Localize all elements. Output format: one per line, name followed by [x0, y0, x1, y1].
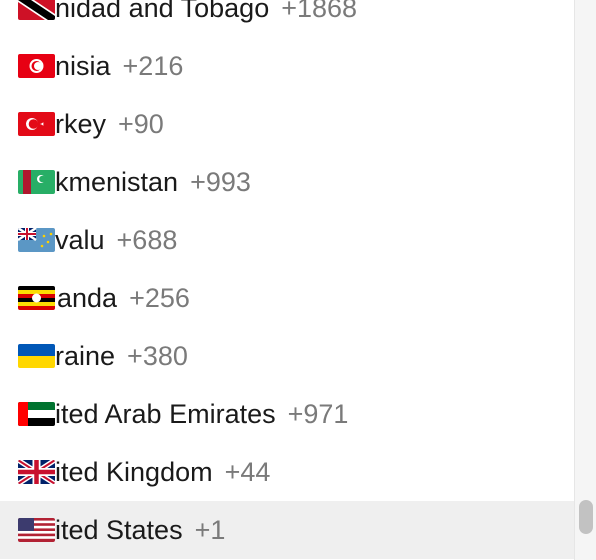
dial-code: +688: [116, 225, 178, 255]
country-row-ukraine[interactable]: raine +380: [0, 327, 574, 385]
country-name: rkey: [55, 109, 107, 139]
country-row-trinidad-and-tobago[interactable]: nidad and Tobago +1868: [0, 0, 574, 37]
dial-code: +1: [194, 515, 226, 545]
dial-code: +256: [129, 283, 190, 313]
uganda-flag-icon: [18, 286, 55, 310]
country-row-united-kingdom[interactable]: ited Kingdom +44: [0, 443, 574, 501]
dial-code: +90: [118, 109, 164, 139]
country-name: valu: [55, 225, 105, 255]
dial-code: +971: [287, 399, 349, 429]
tunisia-flag-icon: [18, 54, 55, 78]
trinidad-flag-icon: [18, 0, 55, 20]
ukraine-flag-icon: [18, 344, 55, 368]
dial-code: +44: [224, 457, 271, 487]
country-label: kmenistan +993: [55, 153, 251, 211]
country-row-tunisia[interactable]: nisia +216: [0, 37, 574, 95]
country-label: rkey +90: [55, 95, 164, 153]
turkey-flag-icon: [18, 112, 55, 136]
uk-flag-icon: [18, 460, 55, 484]
country-row-uganda[interactable]: anda +256: [0, 269, 574, 327]
us-flag-icon: [18, 518, 55, 542]
country-name: ited Kingdom: [55, 457, 213, 487]
country-label: ited Kingdom +44: [55, 443, 270, 501]
country-name: nisia: [55, 51, 111, 81]
country-code-list[interactable]: nidad and Tobago +1868 nisia +216 rkey +90: [0, 0, 574, 560]
tuvalu-flag-icon: [18, 228, 55, 252]
country-label: ited States +1: [55, 501, 225, 559]
country-row-turkey[interactable]: rkey +90: [0, 95, 574, 153]
vertical-scrollbar[interactable]: [574, 0, 596, 560]
country-name: ited States: [55, 515, 183, 545]
dial-code: +380: [127, 341, 188, 371]
country-name: nidad and Tobago: [55, 0, 270, 23]
country-label: nisia +216: [55, 37, 183, 95]
uae-flag-icon: [18, 402, 55, 426]
country-label: nidad and Tobago +1868: [55, 0, 357, 37]
country-label: ited Arab Emirates +971: [55, 385, 348, 443]
dial-code: +1868: [281, 0, 358, 23]
country-name: kmenistan: [55, 167, 179, 197]
dial-code: +993: [190, 167, 251, 197]
country-name: anda: [57, 283, 118, 313]
country-row-united-arab-emirates[interactable]: ited Arab Emirates +971: [0, 385, 574, 443]
country-label: raine +380: [55, 327, 188, 385]
dial-code: +216: [122, 51, 184, 81]
country-row-tuvalu[interactable]: valu +688: [0, 211, 574, 269]
country-label: anda +256: [57, 269, 190, 327]
country-name: ited Arab Emirates: [55, 399, 276, 429]
country-name: raine: [55, 341, 116, 371]
country-row-united-states[interactable]: ited States +1: [0, 501, 574, 559]
scrollbar-thumb[interactable]: [579, 500, 593, 534]
country-row-turkmenistan[interactable]: kmenistan +993: [0, 153, 574, 211]
country-label: valu +688: [55, 211, 177, 269]
turkmenistan-flag-icon: [18, 170, 55, 194]
